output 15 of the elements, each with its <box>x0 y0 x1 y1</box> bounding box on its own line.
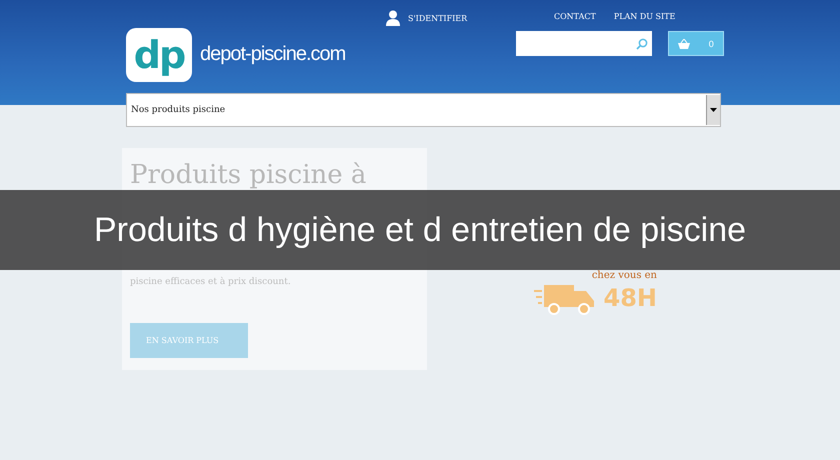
logo-text[interactable]: depot-piscine.com <box>200 43 346 66</box>
user-icon <box>386 10 400 26</box>
nav-link[interactable]: PLAN DU SITE <box>614 12 676 21</box>
caret-icon <box>710 108 717 112</box>
login-link[interactable]: S'IDENTIFIER <box>408 10 468 23</box>
banner-title: Produits d hygiène et d entretien de piscine <box>94 210 746 250</box>
nav-link[interactable]: CONTACT <box>554 12 596 21</box>
promo-text: chez vous en <box>592 270 657 281</box>
hero-title: Produits piscine à <box>130 160 368 190</box>
category-dropdown[interactable]: Nos produits piscine <box>126 93 721 127</box>
delivery-time: 48H <box>604 284 657 312</box>
hero-text: piscine efficaces et à prix discount. <box>130 277 292 287</box>
search-field[interactable] <box>516 31 652 56</box>
search-icon[interactable] <box>636 38 648 50</box>
basket-icon <box>678 38 690 48</box>
